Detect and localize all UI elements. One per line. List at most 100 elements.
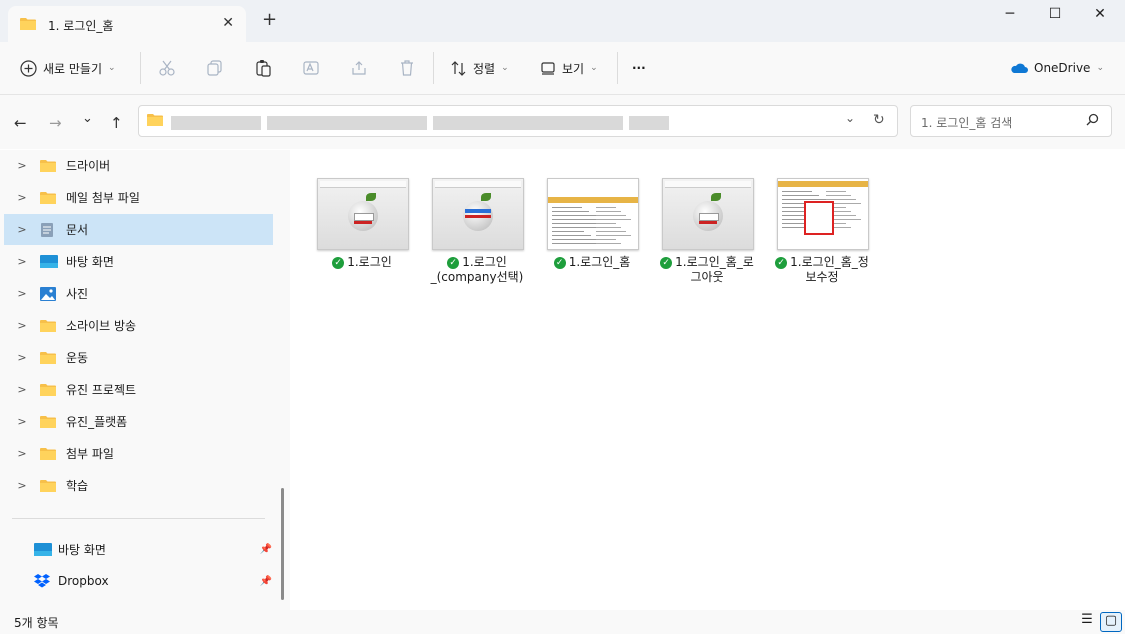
view-button[interactable]: 보기 ⌄ (540, 57, 598, 79)
chevron-right-icon[interactable]: > (4, 351, 40, 364)
file-item[interactable]: ✓ 1.로그인_홈_로그아웃 (657, 178, 757, 285)
folder-icon (40, 319, 62, 333)
sidebar-item[interactable]: > 메일 첨부 파일 (4, 182, 273, 213)
sync-check-icon: ✓ (775, 256, 788, 269)
file-name: 1.로그인_(company선택) (430, 255, 524, 284)
search-icon (1086, 113, 1099, 129)
sidebar-item-label: 바탕 화면 (66, 255, 114, 269)
more-options-button[interactable]: ··· (632, 57, 646, 79)
minimize-button[interactable]: ─ (987, 6, 1033, 26)
maximize-button[interactable]: ☐ (1032, 6, 1078, 26)
delete-button[interactable] (398, 57, 416, 79)
tab-close-icon[interactable]: ✕ (222, 15, 234, 31)
sidebar-item-label: 소라이브 방송 (66, 319, 137, 333)
large-icons-view-button[interactable]: ▢ (1100, 612, 1122, 632)
pin-icon: 📌 (259, 543, 272, 555)
sidebar-item[interactable]: > 문서 (4, 214, 273, 245)
quick-access-item[interactable]: Dropbox 📌 (34, 566, 274, 596)
sidebar-item[interactable]: > 학습 (4, 470, 273, 501)
sidebar-item[interactable]: > 운동 (4, 342, 273, 373)
sidebar-item[interactable]: > 사진 (4, 278, 273, 309)
divider (433, 52, 434, 84)
chevron-down-icon: ⌄ (1096, 63, 1104, 73)
sidebar-item[interactable]: > 소라이브 방송 (4, 310, 273, 341)
share-icon (352, 61, 366, 75)
sort-button[interactable]: 정렬 ⌄ (450, 57, 509, 79)
file-item[interactable]: ✓ 1.로그인 (312, 178, 412, 270)
trash-icon (401, 60, 413, 76)
details-view-button[interactable]: ☰ (1077, 612, 1097, 630)
sidebar-item-label: 문서 (66, 223, 89, 237)
file-view: ✓ 1.로그인 ✓ 1.로그인_(company선택) ✓ 1.로그인_홈 ✓ 1.로그인_홈… (292, 150, 1125, 610)
chevron-right-icon[interactable]: > (4, 159, 40, 172)
onedrive-label: OneDrive (1034, 61, 1091, 75)
refresh-button[interactable]: ↻ (873, 112, 885, 128)
breadcrumb-redacted (267, 116, 427, 130)
status-bar: 5개 항목 ☰ ▢ (0, 610, 1125, 634)
image-thumbnail (432, 178, 524, 250)
chevron-right-icon[interactable]: > (4, 479, 40, 492)
close-window-button[interactable]: ✕ (1077, 6, 1123, 26)
breadcrumb-redacted (171, 116, 261, 130)
chevron-down-icon: ⌄ (501, 63, 509, 73)
paste-button[interactable] (254, 57, 272, 79)
view-label: 보기 (562, 61, 585, 76)
folder-icon (40, 415, 62, 429)
recent-locations-button[interactable]: ⌄ (82, 111, 93, 126)
share-button[interactable] (350, 57, 368, 79)
search-box[interactable]: 1. 로그인_홈 검색 (910, 105, 1112, 137)
sidebar-item[interactable]: > 첨부 파일 (4, 438, 273, 469)
file-item[interactable]: ✓ 1.로그인_홈_정보수정 (772, 178, 872, 285)
new-tab-button[interactable]: + (262, 11, 277, 29)
onedrive-button[interactable]: OneDrive ⌄ (1010, 57, 1104, 79)
chevron-right-icon[interactable]: > (4, 319, 40, 332)
file-item[interactable]: ✓ 1.로그인_(company선택) (427, 178, 527, 285)
sidebar-item[interactable]: > 바탕 화면 (4, 246, 273, 277)
back-button[interactable]: ← (14, 114, 27, 132)
folder-icon (147, 113, 163, 130)
sidebar-item[interactable]: > 드라이버 (4, 150, 273, 181)
chevron-right-icon[interactable]: > (4, 447, 40, 460)
quick-access-item[interactable]: 바탕 화면 📌 (34, 534, 274, 564)
title-bar: 1. 로그인_홈 ✕ + ─ ☐ ✕ (0, 0, 1125, 42)
chevron-right-icon[interactable]: > (4, 255, 40, 268)
folder-icon (40, 383, 62, 397)
new-button[interactable]: 새로 만들기 ⌄ (20, 57, 116, 79)
address-bar[interactable]: ⌄ ↻ (138, 105, 898, 137)
folder-icon (40, 351, 62, 365)
image-thumbnail (662, 178, 754, 250)
file-name: 1.로그인_홈 (568, 255, 631, 269)
command-bar: 새로 만들기 ⌄ 정렬 ⌄ 보기 ⌄ ··· OneDrive ⌄ (0, 42, 1125, 95)
file-item[interactable]: ✓ 1.로그인_홈 (542, 178, 642, 270)
desktop-icon (40, 255, 62, 268)
sidebar-item[interactable]: > 유진_플랫폼 (4, 406, 273, 437)
file-name: 1.로그인 (347, 255, 392, 269)
up-button[interactable]: ↑ (110, 114, 123, 132)
image-thumbnail (317, 178, 409, 250)
scrollbar-thumb[interactable] (281, 488, 284, 600)
forward-button[interactable]: → (49, 114, 62, 132)
sync-check-icon: ✓ (332, 256, 345, 269)
cut-button[interactable] (158, 57, 176, 79)
rename-button[interactable] (302, 57, 320, 79)
file-name: 1.로그인_홈_로그아웃 (675, 255, 754, 284)
view-icon (541, 62, 555, 75)
copy-button[interactable] (206, 57, 224, 79)
chevron-right-icon[interactable]: > (4, 223, 40, 236)
sidebar-item[interactable]: > 유진 프로젝트 (4, 374, 273, 405)
chevron-right-icon[interactable]: > (4, 287, 40, 300)
chevron-down-icon: ⌄ (590, 63, 598, 73)
chevron-right-icon[interactable]: > (4, 191, 40, 204)
chevron-right-icon[interactable]: > (4, 415, 40, 428)
address-row: ← → ⌄ ↑ ⌄ ↻ 1. 로그인_홈 검색 (0, 95, 1125, 149)
sync-check-icon: ✓ (447, 256, 460, 269)
sidebar-item-label: 유진_플랫폼 (66, 415, 128, 429)
address-dropdown-button[interactable]: ⌄ (845, 111, 855, 125)
chevron-right-icon[interactable]: > (4, 383, 40, 396)
sort-label: 정렬 (473, 61, 496, 76)
tab-active[interactable]: 1. 로그인_홈 ✕ (8, 6, 246, 42)
sidebar-item-label: 학습 (66, 479, 89, 493)
rename-icon (303, 61, 319, 75)
folder-icon (40, 447, 62, 461)
breadcrumb-redacted (433, 116, 623, 130)
